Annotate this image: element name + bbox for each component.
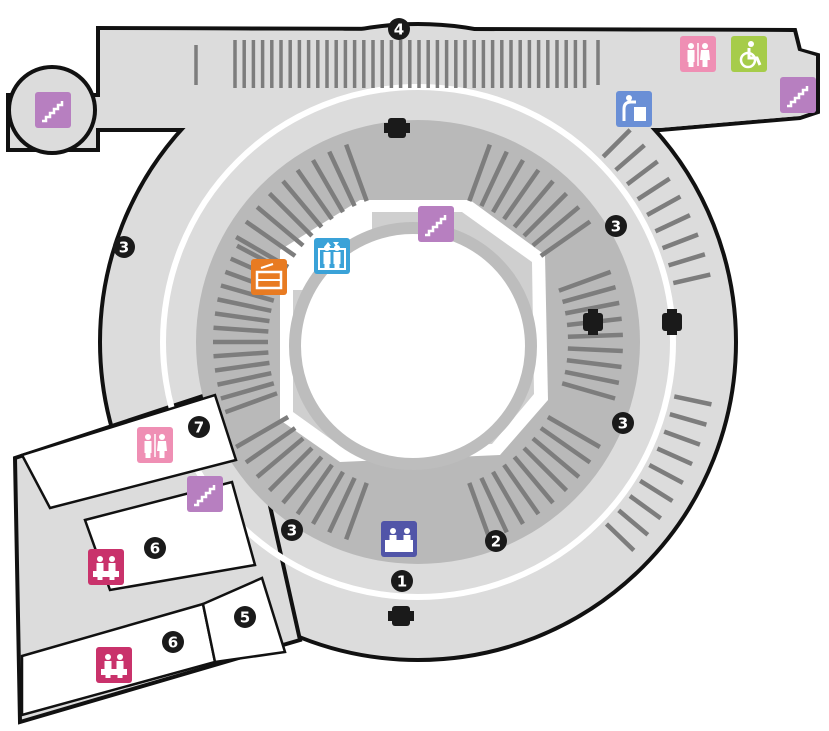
stairs-icon [780,77,816,113]
restroom-icon [680,36,716,72]
area-marker: 4 [388,18,410,40]
drinking-fountain-icon [616,91,652,127]
area-marker: 1 [391,570,413,592]
area-marker: 7 [188,416,210,438]
area-marker-label: 6 [150,540,160,558]
area-marker: 3 [113,236,135,258]
area-marker-label: 3 [618,415,628,433]
area-marker-label: 3 [119,239,129,257]
elevator-icon [314,238,350,274]
area-marker-label: 6 [168,634,178,652]
area-marker: 6 [144,537,166,559]
area-marker: 3 [605,215,627,237]
stairs-icon [187,476,223,512]
restroom-icon [137,427,173,463]
area-marker: 2 [485,530,507,552]
area-marker-label: 4 [394,21,404,39]
area-marker-label: 5 [240,609,250,627]
area-marker: 3 [612,412,634,434]
seat-row [567,346,623,354]
area-marker-label: 2 [491,533,501,551]
seat-row [567,332,623,340]
floor-map: 4 3 3 3 3 2 1 5 6 6 7 [0,0,829,731]
meeting-room-icon [96,647,132,683]
area-marker: 3 [281,519,303,541]
meeting-room-icon [88,549,124,585]
area-marker-label: 1 [397,573,407,591]
area-marker: 5 [234,606,256,628]
floor-map-svg: 4 3 3 3 3 2 1 5 6 6 7 [6,18,820,725]
information-desk-icon [381,521,417,557]
accessible-restroom-icon [731,36,767,72]
stairs-icon [35,92,71,128]
area-marker-label: 3 [611,218,621,236]
stairs-icon [418,206,454,242]
area-marker-label: 3 [287,522,297,540]
area-marker-label: 7 [194,419,204,437]
area-marker: 6 [162,631,184,653]
coin-locker-icon [251,259,287,295]
